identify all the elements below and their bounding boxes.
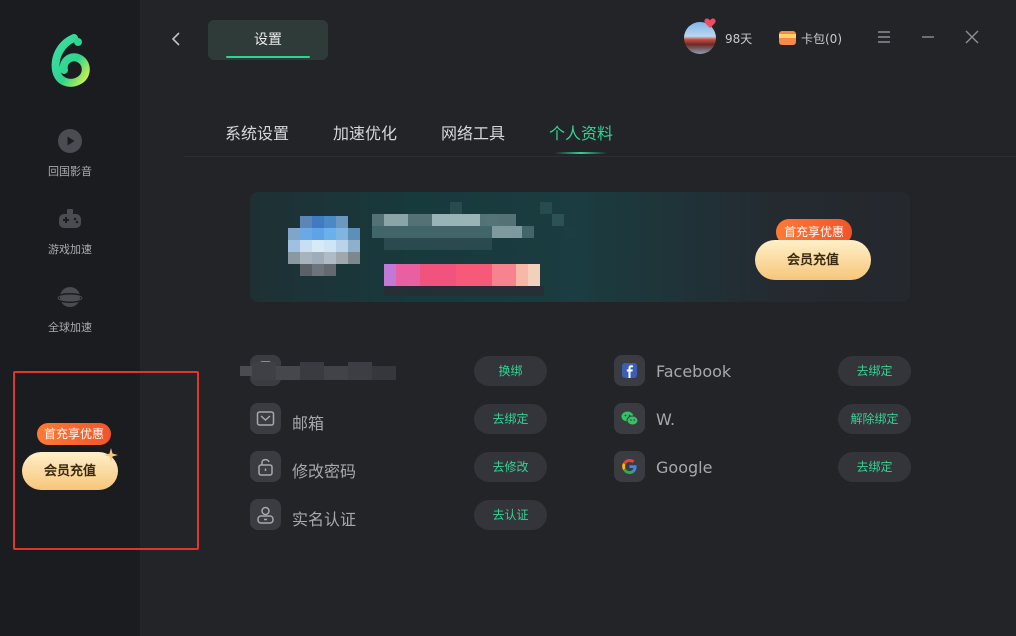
gamepad-icon [59,209,81,228]
active-tab-underline [555,152,607,154]
avatar-placeholder-mosaic [288,214,544,296]
change-password-label: 修改密码 [292,462,357,481]
tab-system-settings[interactable]: 系统设置 [225,120,289,144]
mail-icon [256,411,275,426]
id-row-icon-bg [250,499,281,530]
play-icon [58,129,82,153]
email-row-label: 邮箱 [292,414,325,433]
wallet-label[interactable]: 卡包(0) [801,30,842,47]
sidebar-promo-tag: 首充享优惠 [37,423,112,445]
menu-icon[interactable] [875,28,893,46]
real-name-label: 实名认证 [292,510,357,529]
wallet-icon[interactable] [779,29,796,45]
tab-network-tools[interactable]: 网络工具 [441,120,505,144]
app-logo [51,34,90,87]
change-password-button[interactable]: 去修改 [474,452,547,482]
close-icon[interactable] [963,28,981,46]
lock-row-icon-bg [250,451,281,482]
mail-row-icon-bg [250,403,281,434]
sidebar-item-global[interactable]: 全球加速 [0,284,140,335]
bind-google-button[interactable]: 去绑定 [838,452,911,482]
sidebar-item-video[interactable]: 回国影音 [0,128,140,179]
sparkle-icon [104,448,118,462]
tab-acceleration[interactable]: 加速优化 [333,120,397,144]
heart-icon [704,18,716,28]
page-title-tab[interactable]: 设置 [208,20,328,60]
facebook-row-icon-bg [614,355,645,386]
days-remaining: 98天 [725,32,753,46]
sidebar-item-label: 回国影音 [48,165,92,178]
id-card-icon [257,506,274,524]
wechat-row-icon-bg [614,403,645,434]
unbind-wechat-button[interactable]: 解除绑定 [838,404,911,434]
lock-icon [258,458,273,476]
sidebar-item-label: 游戏加速 [48,243,92,256]
tab-profile[interactable]: 个人资料 [549,120,613,144]
rebind-phone-button[interactable]: 换绑 [474,356,547,386]
google-label: Google [656,458,713,477]
tabs-divider [184,156,1016,157]
google-icon [622,459,637,474]
page-title: 设置 [254,32,282,48]
sidebar-item-label: 全球加速 [48,321,92,334]
masked-phone-number [240,362,396,380]
facebook-icon [622,363,637,378]
planet-icon [57,287,83,307]
back-chevron-icon[interactable] [168,28,186,50]
verify-identity-button[interactable]: 去认证 [474,500,547,530]
wechat-label: W. [656,410,676,429]
google-row-icon-bg [614,451,645,482]
wechat-icon [621,411,639,426]
sidebar-item-game[interactable]: 游戏加速 [0,206,140,257]
banner-vip-recharge-button[interactable]: 会员充值 [755,240,871,280]
bind-facebook-button[interactable]: 去绑定 [838,356,911,386]
title-underline [226,56,310,58]
sidebar: 回国影音 游戏加速 全球加速 首充享优惠 会员充值 [0,0,199,636]
minimize-icon[interactable] [919,28,937,46]
bind-email-button[interactable]: 去绑定 [474,404,547,434]
facebook-label: Facebook [656,362,732,381]
